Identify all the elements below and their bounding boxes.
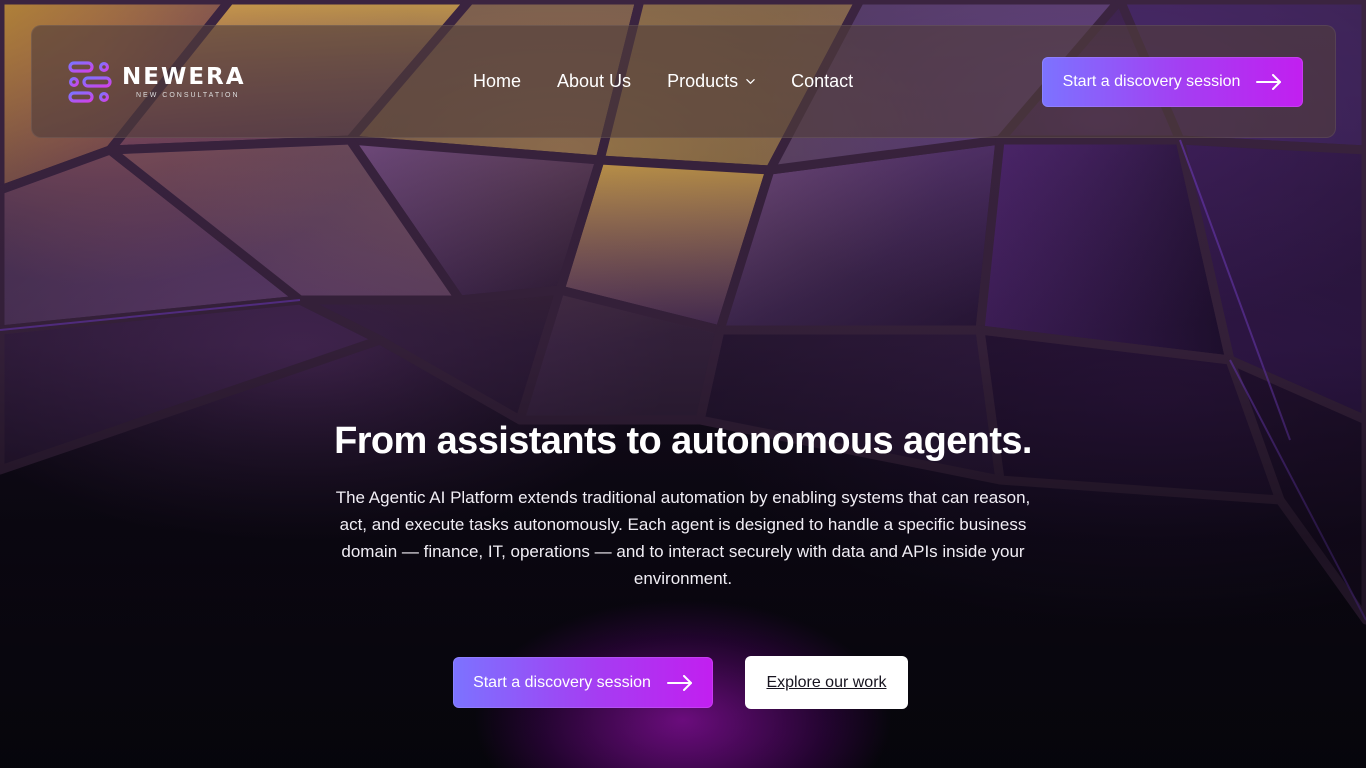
hero-primary-cta-label: Start a discovery session <box>473 673 651 691</box>
brand-logo[interactable]: NEWERA NEW CONSULTATION <box>68 60 246 103</box>
brand-tagline: NEW CONSULTATION <box>136 91 240 99</box>
nav-products-dropdown[interactable]: Products <box>667 71 755 92</box>
nav-discovery-session-button[interactable]: Start a discovery session <box>1042 57 1303 107</box>
nav-contact-link[interactable]: Contact <box>791 71 853 92</box>
nav-cta-label: Start a discovery session <box>1062 73 1241 90</box>
arrow-right-icon <box>666 674 692 691</box>
logo-mark-icon <box>68 60 112 103</box>
nav-about-label: About Us <box>557 71 632 91</box>
top-navbar: NEWERA NEW CONSULTATION Home About Us Pr… <box>31 25 1336 138</box>
hero-cta-group: Start a discovery session Explore our wo… <box>0 656 1366 709</box>
main-menu: Home About Us Products Contact <box>473 26 853 137</box>
nav-home-link[interactable]: Home <box>473 71 521 92</box>
nav-about-link[interactable]: About Us <box>557 71 631 92</box>
explore-our-work-button[interactable]: Explore our work <box>745 656 908 709</box>
hero-section: NEWERA NEW CONSULTATION Home About Us Pr… <box>0 0 1366 768</box>
hero-secondary-cta-label: Explore our work <box>766 673 887 691</box>
hero-description: The Agentic AI Platform extends traditio… <box>335 488 1031 588</box>
chevron-down-icon <box>746 79 755 84</box>
nav-products-label: Products <box>667 71 739 91</box>
hero-discovery-session-button[interactable]: Start a discovery session <box>453 657 713 708</box>
nav-contact-label: Contact <box>791 71 854 91</box>
hero-headline: From assistants to autonomous agents. <box>334 420 1032 462</box>
arrow-right-icon <box>1256 74 1282 90</box>
brand-name: NEWERA <box>122 63 246 90</box>
nav-home-label: Home <box>473 71 522 91</box>
